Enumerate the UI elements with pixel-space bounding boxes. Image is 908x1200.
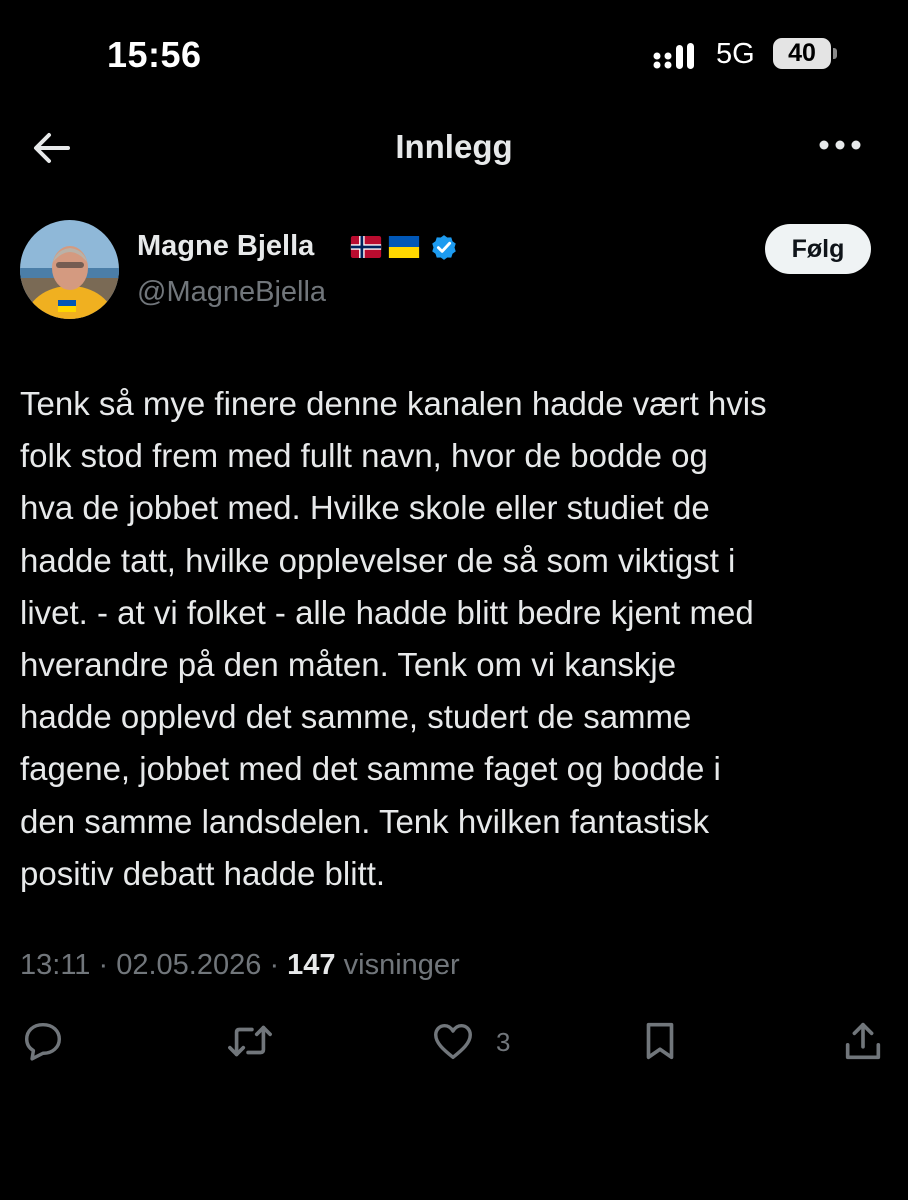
verified-badge-icon	[429, 232, 459, 267]
share-button[interactable]	[840, 1018, 886, 1064]
network-label: 5G	[716, 38, 755, 70]
norway-flag-icon	[350, 236, 382, 258]
heart-icon	[434, 1023, 472, 1060]
post-date: 02.05.2026	[116, 949, 262, 981]
status-time: 15:56	[107, 34, 202, 75]
author-handle[interactable]: @MagneBjella	[137, 276, 326, 309]
repost-button[interactable]	[225, 1018, 275, 1064]
more-button[interactable]	[816, 130, 864, 160]
bookmark-icon	[646, 1022, 674, 1060]
more-dots-icon	[819, 140, 861, 150]
share-icon	[845, 1022, 881, 1060]
ukraine-flag-icon	[388, 236, 420, 258]
author-flags	[349, 236, 421, 258]
meta-separator: ·	[98, 949, 109, 981]
post-text: Tenk så mye finere denne kanalen hadde v…	[20, 385, 767, 892]
views-count[interactable]: 147	[287, 949, 335, 981]
post-meta: 13:11 · 02.05.2026 · 147 visninger	[20, 949, 460, 982]
follow-button[interactable]: Følg	[765, 224, 871, 274]
avatar[interactable]	[20, 220, 119, 319]
bookmark-button[interactable]	[637, 1018, 683, 1064]
reply-button[interactable]	[20, 1018, 66, 1064]
meta-separator: ·	[269, 949, 280, 981]
battery-tip	[833, 48, 837, 59]
post-time: 13:11	[20, 949, 91, 981]
repost-icon	[228, 1025, 272, 1057]
reply-icon	[24, 1022, 62, 1061]
like-button[interactable]: 3	[430, 1018, 530, 1064]
like-count: 3	[496, 1027, 511, 1057]
page-title: Innlegg	[395, 128, 513, 165]
views-label: visninger	[343, 949, 460, 981]
signal-icon	[653, 42, 701, 75]
author-name[interactable]: Magne Bjella	[137, 230, 314, 263]
battery-icon: 40	[773, 38, 831, 69]
